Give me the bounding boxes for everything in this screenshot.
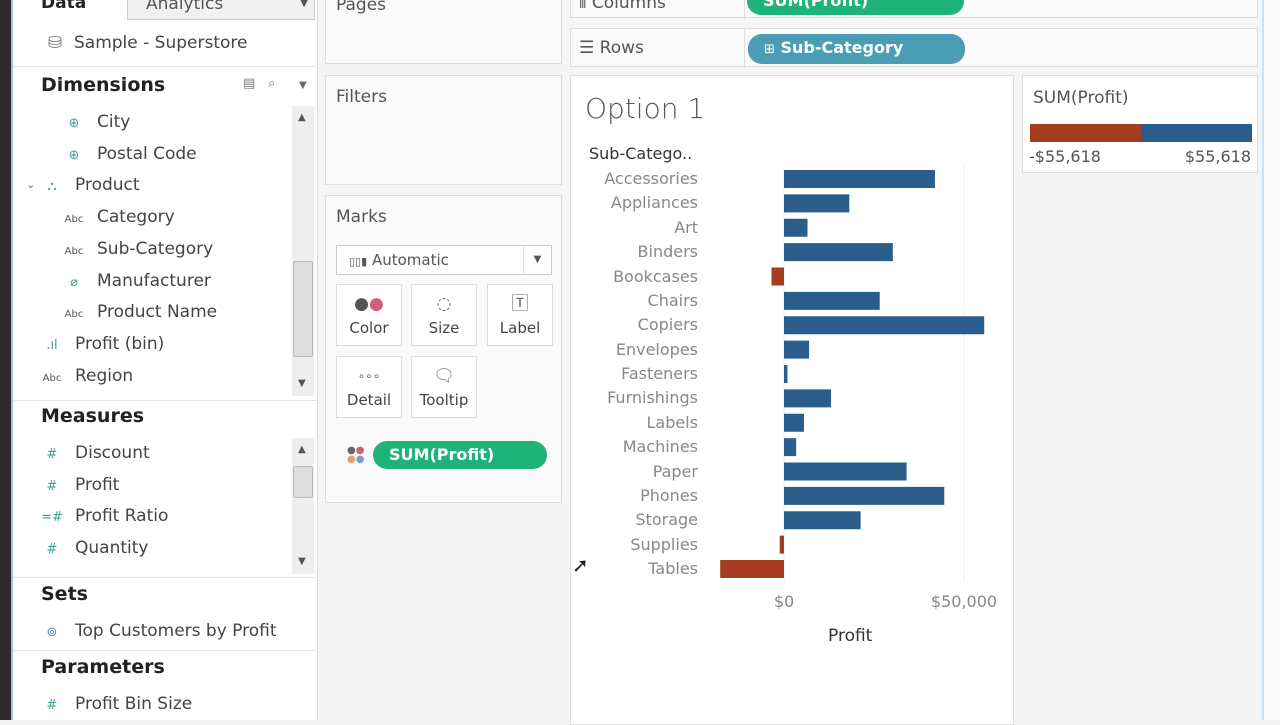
mouse-cursor-icon: ➚ [572, 553, 589, 577]
bar-storage[interactable] [784, 511, 861, 530]
legend-min: -$55,618 [1029, 147, 1101, 166]
bar-fasteners[interactable] [784, 365, 788, 383]
row-label[interactable]: Phones [538, 486, 698, 505]
row-label[interactable]: Bookcases [538, 267, 698, 286]
bar-accessories[interactable] [784, 170, 935, 188]
legend-max: $55,618 [1184, 147, 1251, 166]
x-axis-title: Profit [828, 626, 873, 646]
row-label[interactable]: Binders [538, 242, 698, 261]
bar-chairs[interactable] [784, 291, 880, 310]
bar-supplies[interactable] [779, 535, 784, 554]
right-edge-panel [1262, 0, 1280, 720]
legend-negative-ramp [1030, 124, 1141, 142]
bar-phones[interactable] [784, 486, 945, 505]
row-label[interactable]: Tables [538, 559, 698, 578]
bar-envelopes[interactable] [784, 340, 810, 359]
row-label[interactable]: Envelopes [538, 340, 698, 359]
row-label[interactable]: Paper [538, 462, 698, 481]
bar-furnishings[interactable] [784, 389, 832, 408]
bar-tables[interactable] [720, 560, 784, 578]
row-label[interactable]: Appliances [538, 193, 698, 212]
row-label[interactable]: Storage [538, 510, 698, 529]
color-legend[interactable]: SUM(Profit) -$55,618 $55,618 [1022, 75, 1258, 173]
row-label[interactable]: Chairs [538, 291, 698, 310]
bar-binders[interactable] [784, 243, 893, 262]
bar-copiers[interactable] [784, 316, 985, 335]
bar-bookcases[interactable] [771, 267, 784, 286]
row-label[interactable]: Machines [538, 437, 698, 456]
row-label[interactable]: Art [538, 218, 698, 237]
bar-machines[interactable] [784, 438, 797, 457]
x-tick-label: $0 [773, 592, 795, 611]
bar-art[interactable] [784, 218, 808, 237]
row-label[interactable]: Fasteners [538, 364, 698, 383]
row-label[interactable]: Copiers [538, 315, 698, 334]
bar-labels[interactable] [784, 413, 804, 432]
x-tick-label: $50,000 [930, 592, 998, 611]
row-label[interactable]: Accessories [538, 169, 698, 188]
bar-appliances[interactable] [784, 194, 850, 213]
row-label[interactable]: Supplies [538, 535, 698, 554]
bar-paper[interactable] [784, 462, 907, 481]
row-label[interactable]: Furnishings [538, 388, 698, 407]
legend-title: SUM(Profit) [1033, 88, 1129, 108]
row-label[interactable]: Labels [538, 413, 699, 432]
legend-positive-ramp [1141, 124, 1252, 142]
